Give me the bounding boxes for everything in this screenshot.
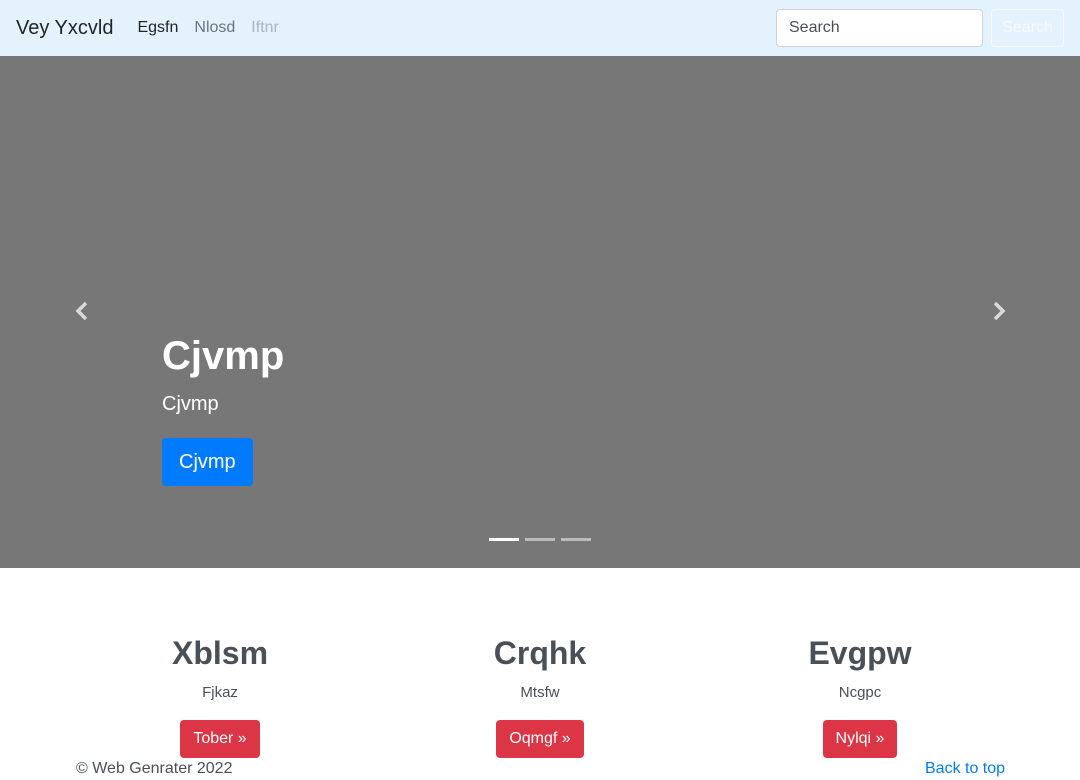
carousel-indicator-3[interactable]	[561, 538, 591, 541]
feature-text: Fjkaz	[202, 684, 238, 701]
carousel-caption: Cjvmp Cjvmp Cjvmp	[162, 332, 284, 486]
feature-title: Evgpw	[808, 635, 912, 671]
carousel-indicator-2[interactable]	[525, 538, 555, 541]
carousel-title: Cjvmp	[162, 334, 285, 378]
features-row: Xblsm Fjkaz Tober » Crqhk Mtsfw Oqmgf » …	[60, 632, 1020, 758]
search-input[interactable]	[776, 9, 983, 47]
feature-column: Crqhk Mtsfw Oqmgf »	[380, 632, 700, 758]
carousel-cta-button[interactable]: Cjvmp	[162, 438, 253, 486]
nav-link-nlosd[interactable]: Nlosd	[194, 19, 235, 37]
feature-text: Ncgpc	[838, 684, 882, 701]
chevron-left-icon	[75, 301, 88, 321]
hero-carousel: Cjvmp Cjvmp Cjvmp	[0, 56, 1080, 568]
feature-button-nylqi[interactable]: Nylqi »	[822, 720, 898, 758]
brand-link[interactable]: Vey Yxcvld	[16, 17, 113, 40]
search-button[interactable]: Search	[991, 9, 1064, 47]
chevron-right-icon	[993, 301, 1006, 321]
carousel-indicators	[489, 538, 591, 541]
feature-text: Mtsfw	[520, 684, 560, 701]
feature-button-oqmgf[interactable]: Oqmgf »	[496, 720, 584, 758]
carousel-text: Cjvmp	[162, 393, 219, 415]
back-to-top-link[interactable]: Back to top	[925, 759, 1005, 779]
nav-link-egsfn[interactable]: Egsfn	[137, 19, 178, 37]
carousel-prev-button[interactable]	[70, 299, 94, 323]
nav-link-iftnr: Iftnr	[251, 19, 279, 36]
feature-column: Evgpw Ncgpc Nylqi »	[700, 632, 1020, 758]
feature-title: Crqhk	[493, 635, 587, 671]
carousel-next-button[interactable]	[987, 299, 1011, 323]
feature-title: Xblsm	[171, 635, 269, 671]
feature-button-tober[interactable]: Tober »	[180, 720, 260, 758]
feature-column: Xblsm Fjkaz Tober »	[60, 632, 380, 758]
footer-copyright: © Web Genrater 2022	[76, 760, 233, 777]
navbar: Vey Yxcvld Egsfn Nlosd Iftnr Search	[0, 0, 1080, 56]
carousel-indicator-1[interactable]	[489, 538, 519, 541]
